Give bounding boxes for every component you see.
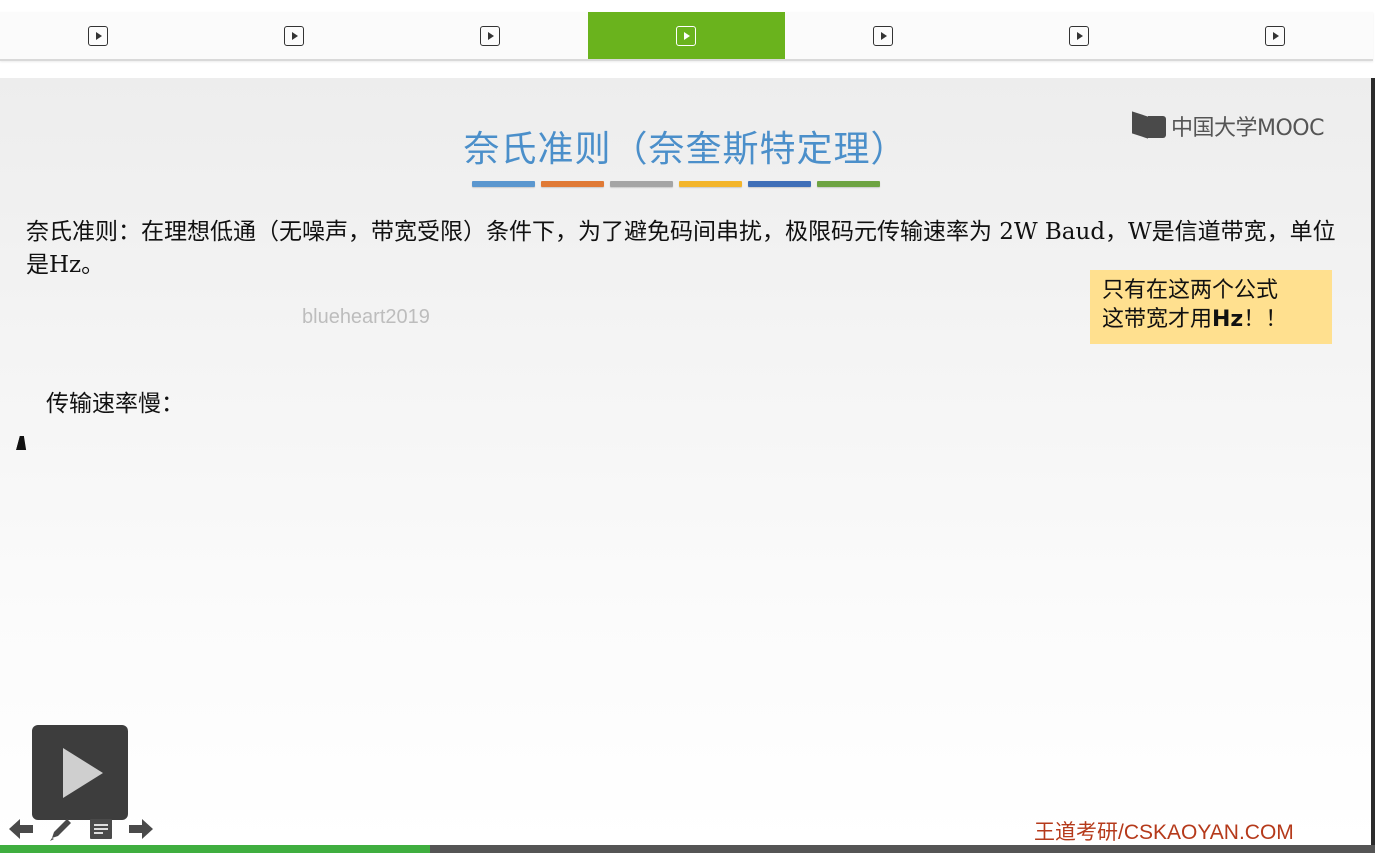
mooc-lecture-player: 奈氏准则（奈奎斯特定理） 中国大学MOOC 奈氏准则：在理想低通（无噪声，带宽受… (0, 0, 1375, 853)
segment-tab-1[interactable] (0, 12, 196, 59)
hz-note-box: 只有在这两个公式 这带宽才用Hz！！ (1090, 270, 1332, 344)
play-icon (676, 25, 697, 46)
segment-tab-bar (0, 12, 1373, 61)
mooc-book-icon (1132, 112, 1168, 140)
color-bar (610, 181, 673, 187)
pen-icon[interactable] (48, 816, 74, 842)
color-bar (541, 181, 604, 187)
play-icon (480, 25, 501, 46)
player-controls (8, 815, 154, 843)
note-line-2-bold: Hz (1212, 307, 1244, 332)
play-icon (284, 25, 305, 46)
play-button[interactable] (32, 725, 128, 820)
color-bar (679, 181, 742, 187)
mooc-logo: 中国大学MOOC (1132, 110, 1324, 142)
color-bar (817, 181, 880, 187)
playback-progress-bar[interactable] (0, 845, 1375, 853)
segment-tab-5[interactable] (785, 12, 981, 59)
play-icon (872, 25, 893, 46)
slide-edge (1371, 78, 1375, 845)
note-line-2: 这带宽才用Hz！！ (1102, 305, 1320, 334)
title-color-bars (472, 181, 880, 187)
segment-tab-3[interactable] (392, 12, 588, 59)
note-line-2-suffix: ！！ (1243, 307, 1288, 332)
lecture-slide: 奈氏准则（奈奎斯特定理） 中国大学MOOC 奈氏准则：在理想低通（无噪声，带宽受… (0, 78, 1371, 845)
segment-tab-2[interactable] (196, 12, 392, 59)
segment-tab-7[interactable] (1177, 12, 1373, 59)
playback-progress-fill (0, 845, 431, 853)
notes-icon[interactable] (88, 816, 114, 842)
color-bar (748, 181, 811, 187)
play-icon (1068, 25, 1089, 46)
note-line-2-prefix: 这带宽才用 (1102, 307, 1213, 332)
watermark: blueheart2019 (302, 306, 430, 328)
play-icon (1264, 25, 1285, 46)
color-bar (472, 181, 535, 187)
footer-brand: 王道考研/CSKAOYAN.COM (1034, 821, 1294, 844)
next-arrow-icon[interactable] (128, 816, 154, 842)
slow-rate-heading: 传输速率慢： (46, 391, 184, 417)
logo-text: 中国大学MOOC (1171, 116, 1324, 141)
segment-tab-4[interactable] (588, 12, 785, 59)
prev-arrow-icon[interactable] (8, 816, 34, 842)
play-icon (88, 25, 109, 46)
segment-tab-6[interactable] (981, 12, 1177, 59)
note-line-1: 只有在这两个公式 (1102, 278, 1279, 303)
